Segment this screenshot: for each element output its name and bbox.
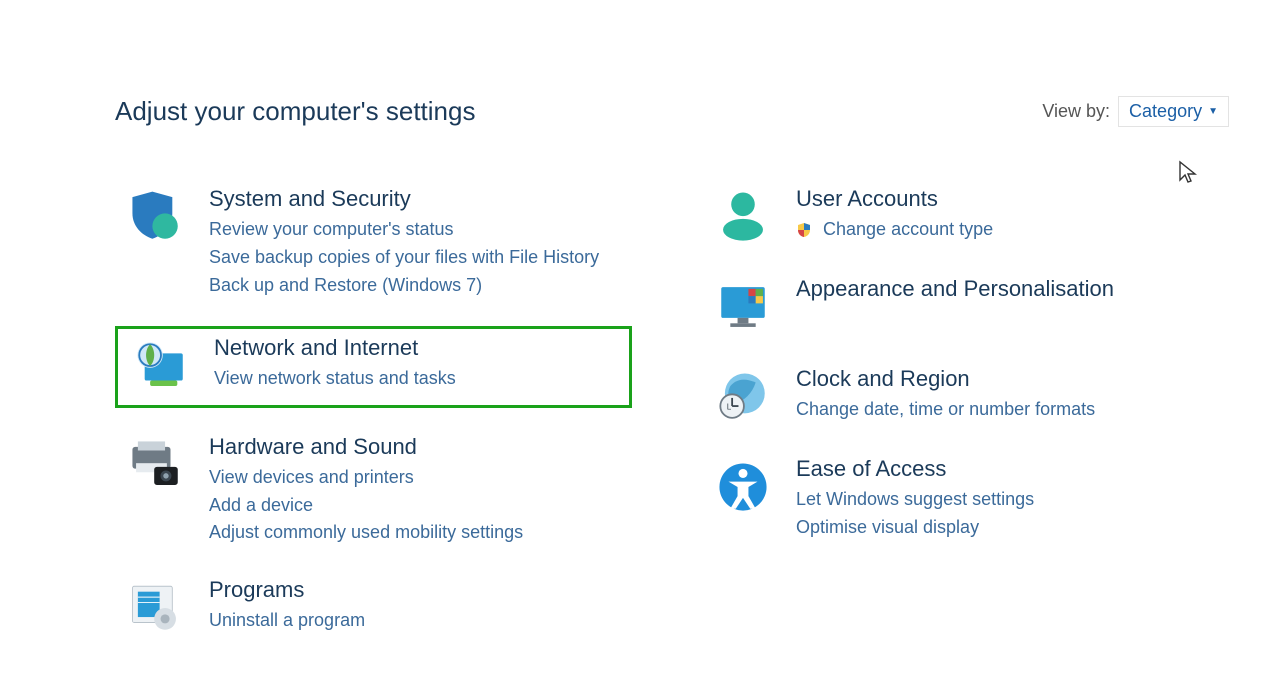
uac-shield-icon xyxy=(796,222,812,238)
view-by-dropdown[interactable]: Category ▼ xyxy=(1118,96,1229,127)
link-network-status[interactable]: View network status and tasks xyxy=(214,365,621,393)
link-review-status[interactable]: Review your computer's status xyxy=(209,216,636,244)
category-title-programs[interactable]: Programs xyxy=(209,577,636,603)
category-hardware-sound: Hardware and Sound View devices and prin… xyxy=(115,430,642,552)
link-backup-restore[interactable]: Back up and Restore (Windows 7) xyxy=(209,272,636,300)
user-icon xyxy=(708,186,778,246)
category-programs: Programs Uninstall a program xyxy=(115,573,642,641)
category-title-hardware-sound[interactable]: Hardware and Sound xyxy=(209,434,636,460)
link-change-account-type-label: Change account type xyxy=(823,219,993,239)
category-title-appearance[interactable]: Appearance and Personalisation xyxy=(796,276,1223,302)
link-change-date-time[interactable]: Change date, time or number formats xyxy=(796,396,1223,424)
shield-icon xyxy=(121,186,191,300)
category-title-user-accounts[interactable]: User Accounts xyxy=(796,186,1223,212)
view-by-control: View by: Category ▼ xyxy=(1042,96,1229,127)
link-suggest-settings[interactable]: Let Windows suggest settings xyxy=(796,486,1223,514)
programs-icon xyxy=(121,577,191,637)
link-add-device[interactable]: Add a device xyxy=(209,492,636,520)
monitor-icon xyxy=(708,276,778,336)
link-mobility-settings[interactable]: Adjust commonly used mobility settings xyxy=(209,519,636,547)
accessibility-icon xyxy=(708,456,778,542)
globe-monitor-icon xyxy=(126,335,196,395)
link-change-account-type[interactable]: Change account type xyxy=(796,216,1223,244)
category-title-system-security[interactable]: System and Security xyxy=(209,186,636,212)
view-by-value: Category xyxy=(1129,101,1202,122)
category-title-clock-region[interactable]: Clock and Region xyxy=(796,366,1223,392)
category-system-security: System and Security Review your computer… xyxy=(115,182,642,304)
link-file-history[interactable]: Save backup copies of your files with Fi… xyxy=(209,244,636,272)
category-title-network-internet[interactable]: Network and Internet xyxy=(214,335,621,361)
link-view-devices[interactable]: View devices and printers xyxy=(209,464,636,492)
link-optimise-visual[interactable]: Optimise visual display xyxy=(796,514,1223,542)
page-title: Adjust your computer's settings xyxy=(115,96,475,127)
category-ease-of-access: Ease of Access Let Windows suggest setti… xyxy=(702,452,1229,546)
category-title-ease-of-access[interactable]: Ease of Access xyxy=(796,456,1223,482)
category-clock-region: L Clock and Region Change date, time or … xyxy=(702,362,1229,430)
view-by-label: View by: xyxy=(1042,101,1110,122)
link-uninstall-program[interactable]: Uninstall a program xyxy=(209,607,636,635)
printer-camera-icon xyxy=(121,434,191,548)
category-network-internet: Network and Internet View network status… xyxy=(115,326,632,408)
globe-clock-icon: L xyxy=(708,366,778,426)
svg-text:L: L xyxy=(727,403,732,412)
category-user-accounts: User Accounts Change account type xyxy=(702,182,1229,250)
category-appearance: Appearance and Personalisation xyxy=(702,272,1229,340)
chevron-down-icon: ▼ xyxy=(1208,106,1218,117)
